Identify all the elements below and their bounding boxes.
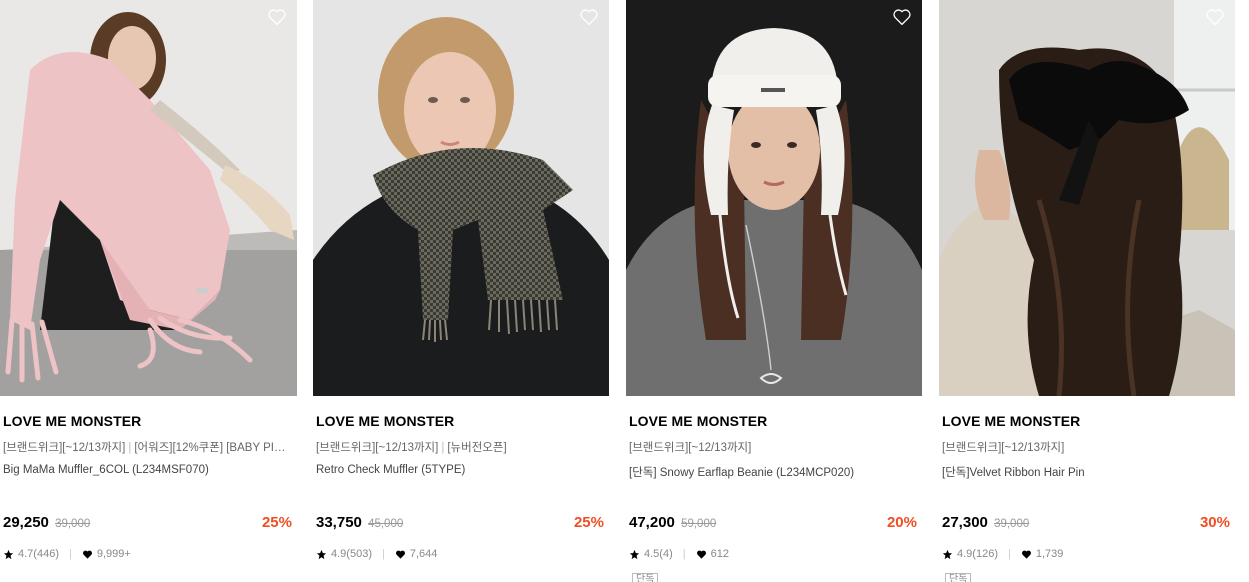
product-photo — [0, 0, 297, 396]
product-photo — [939, 0, 1235, 396]
product-image[interactable] — [0, 0, 297, 396]
rating-score: 4.5 — [644, 548, 660, 560]
price-block: 29,250 39,000 — [3, 514, 90, 531]
promo-secondary: [뉴버전오픈] — [447, 442, 507, 454]
wishlist-heart-icon[interactable] — [892, 8, 912, 26]
product-meta: 4.9 (503) | 7,644 — [316, 548, 437, 560]
promo-separator: | — [128, 442, 132, 454]
sale-price: 47,200 — [629, 514, 675, 531]
review-count: (503) — [346, 548, 372, 560]
product-meta: 4.7 (446) | 9,999+ — [3, 548, 131, 560]
star-icon — [316, 549, 327, 559]
product-meta: 4.9 (126) | 1,739 — [942, 548, 1063, 560]
brand-name[interactable]: LOVE ME MONSTER — [942, 413, 1080, 429]
review-count: (4) — [659, 548, 673, 560]
sale-price: 27,300 — [942, 514, 988, 531]
discount-rate: 20% — [886, 514, 917, 531]
discount-rate: 30% — [1199, 514, 1230, 531]
review-count: (446) — [33, 548, 59, 560]
brand-name[interactable]: LOVE ME MONSTER — [3, 413, 141, 429]
promo-primary: [브랜드위크][~12/13까지] — [316, 442, 439, 454]
original-price: 45,000 — [368, 518, 404, 530]
wishlist-heart-icon[interactable] — [267, 8, 287, 26]
product-card[interactable]: LOVE ME MONSTER [브랜드위크][~12/13까지] | [어워즈][… — [0, 0, 297, 582]
heart-filled-icon — [395, 550, 405, 559]
promo-text: [브랜드위크][~12/13까지] | [어워즈][12%쿠폰] [BABY PIN… — [3, 439, 293, 455]
heart-filled-icon — [1021, 550, 1031, 559]
product-grid: LOVE ME MONSTER [브랜드위크][~12/13까지] | [어워즈][… — [0, 0, 1249, 582]
star-icon — [942, 549, 953, 559]
like-count: 612 — [710, 548, 729, 560]
product-photo — [313, 0, 609, 396]
discount-rate: 25% — [261, 514, 292, 531]
exclusive-badge: 단독 — [632, 573, 659, 582]
promo-separator: | — [441, 442, 445, 454]
meta-divider: | — [682, 548, 686, 560]
star-icon — [3, 549, 14, 559]
rating-score: 4.9 — [957, 548, 973, 560]
product-image[interactable] — [626, 0, 922, 396]
product-image[interactable] — [313, 0, 609, 396]
heart-filled-icon — [82, 550, 92, 559]
meta-divider: | — [1007, 548, 1011, 560]
star-icon — [629, 549, 640, 559]
brand-name[interactable]: LOVE ME MONSTER — [316, 413, 454, 429]
wishlist-heart-icon[interactable] — [579, 8, 599, 26]
discount-rate: 25% — [573, 514, 604, 531]
product-name[interactable]: Retro Check Muffler (5TYPE) — [316, 464, 605, 476]
price-block: 47,200 59,000 — [629, 514, 716, 531]
meta-divider: | — [381, 548, 385, 560]
product-meta: 4.5 (4) | 612 — [629, 548, 729, 560]
review-count: (126) — [972, 548, 998, 560]
wishlist-heart-icon[interactable] — [1205, 8, 1225, 26]
rating-score: 4.7 — [18, 548, 34, 560]
product-card[interactable]: LOVE ME MONSTER [브랜드위크][~12/13까지] [단독] S… — [626, 0, 922, 582]
original-price: 39,000 — [55, 518, 91, 530]
product-image[interactable] — [939, 0, 1235, 396]
exclusive-badge: 단독 — [945, 573, 972, 582]
sale-price: 33,750 — [316, 514, 362, 531]
like-count: 9,999+ — [96, 548, 131, 560]
promo-secondary: [어워즈][12%쿠폰] [BABY PINK... — [134, 442, 293, 454]
like-count: 1,739 — [1035, 548, 1064, 560]
product-name[interactable]: [단독]Velvet Ribbon Hair Pin — [942, 464, 1231, 480]
sale-price: 29,250 — [3, 514, 49, 531]
product-photo — [626, 0, 922, 396]
promo-primary: [브랜드위크][~12/13까지] — [3, 442, 126, 454]
product-card[interactable]: LOVE ME MONSTER [브랜드위크][~12/13까지] | [뉴버전오픈… — [313, 0, 609, 582]
promo-text: [브랜드위크][~12/13까지] | [뉴버전오픈] — [316, 439, 605, 455]
product-name[interactable]: [단독] Snowy Earflap Beanie (L234MCP020) — [629, 464, 918, 480]
product-card[interactable]: LOVE ME MONSTER [브랜드위크][~12/13까지] [단독]Ve… — [939, 0, 1235, 582]
rating-score: 4.9 — [331, 548, 347, 560]
meta-divider: | — [68, 548, 72, 560]
like-count: 7,644 — [409, 548, 438, 560]
heart-filled-icon — [696, 550, 706, 559]
promo-text: [브랜드위크][~12/13까지] — [629, 442, 752, 454]
promo-text: [브랜드위크][~12/13까지] — [942, 442, 1065, 454]
price-block: 27,300 39,000 — [942, 514, 1029, 531]
price-block: 33,750 45,000 — [316, 514, 403, 531]
original-price: 59,000 — [681, 518, 717, 530]
brand-name[interactable]: LOVE ME MONSTER — [629, 413, 767, 429]
product-name[interactable]: Big MaMa Muffler_6COL (L234MSF070) — [3, 464, 293, 476]
original-price: 39,000 — [994, 518, 1030, 530]
